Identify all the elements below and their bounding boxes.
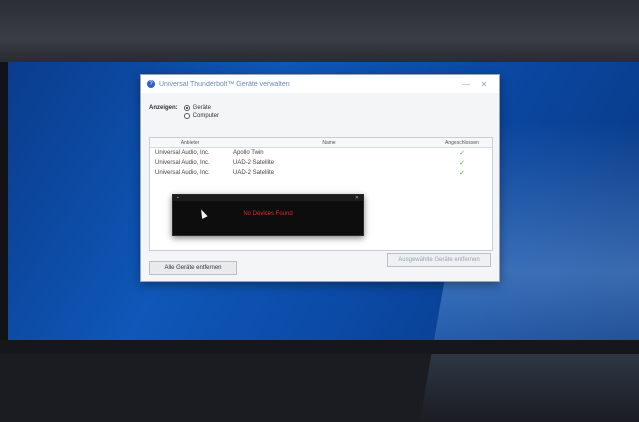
table-row[interactable]: Universal Audio, Inc. UAD-2 Satellite ✓ [150,158,492,168]
popup-icon: ▪ [177,195,179,201]
close-button[interactable]: ✕ [475,80,493,89]
remove-all-button[interactable]: Alle Geräte entfernen [149,261,237,275]
connected-check-icon: ✓ [459,150,465,157]
row-name: UAD-2 Satellite [233,160,275,166]
radio-computer[interactable]: Computer [183,113,220,119]
table-row[interactable]: Universal Audio, Inc. Apollo Twin ✓ [150,148,492,158]
row-name: UAD-2 Satellite [233,170,275,176]
monitor-bezel-top [0,0,639,70]
window-titlebar[interactable]: ? Universal Thunderbolt™ Geräte verwalte… [141,75,499,93]
connected-check-icon: ✓ [459,170,465,177]
row-name: Apollo Twin [233,150,264,156]
show-filter: Anzeigen: Geräte Computer [149,105,219,119]
row-vendor: Universal Audio, Inc. [155,170,210,176]
connected-check-icon: ✓ [459,160,465,167]
remove-selected-button[interactable]: Ausgewählte Geräte entfernen [387,253,491,267]
radio-computer-dot[interactable] [183,113,190,119]
row-vendor: Universal Audio, Inc. [155,160,210,166]
popup-close-icon[interactable]: ✕ [355,195,359,201]
monitor-bezel-left [0,62,8,354]
radio-devices-label: Geräte [192,105,212,111]
show-radio-group: Geräte Computer [183,105,220,119]
radio-devices-dot[interactable] [183,105,190,111]
thunderbolt-app-icon: ? [147,80,155,88]
window-title: Universal Thunderbolt™ Geräte verwalten [159,80,290,88]
show-label: Anzeigen: [149,105,178,111]
radio-devices[interactable]: Geräte [183,105,219,111]
row-vendor: Universal Audio, Inc. [155,150,210,156]
device-list-header: Anbieter Name Angeschlossen [150,138,492,148]
device-manager-window: ? Universal Thunderbolt™ Geräte verwalte… [140,74,500,282]
table-row[interactable]: Universal Audio, Inc. UAD-2 Satellite ✓ [150,168,492,178]
monitor-bezel-bottom [0,340,639,354]
minimize-button[interactable]: — [457,80,475,89]
column-header-name[interactable]: Name [226,140,432,146]
radio-computer-label: Computer [192,113,220,119]
column-header-connected[interactable]: Angeschlossen [432,140,492,146]
popup-titlebar[interactable]: ▪ ✕ [173,195,363,201]
column-header-vendor[interactable]: Anbieter [150,140,226,146]
